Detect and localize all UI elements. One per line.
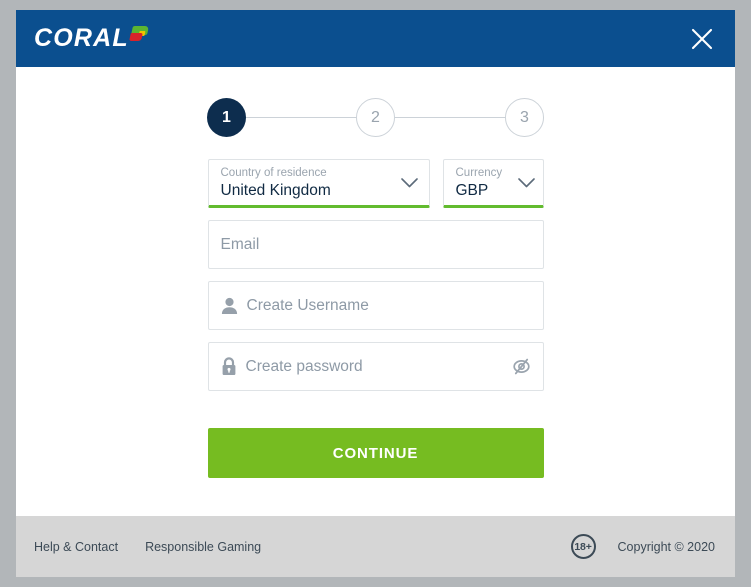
- registration-modal: CORAL 1 2 3 Country of residence United …: [16, 10, 735, 577]
- currency-select-value: GBP: [455, 182, 489, 199]
- step-3-label: 3: [520, 108, 529, 126]
- email-input[interactable]: [220, 235, 531, 254]
- step-connector-2: [395, 117, 505, 118]
- password-field[interactable]: [207, 342, 544, 391]
- footer-link-help-and-contact[interactable]: Help & Contact: [34, 540, 118, 554]
- username-input[interactable]: [246, 296, 531, 315]
- currency-select[interactable]: Currency GBP: [442, 159, 544, 208]
- copyright-text: Copyright © 2020: [617, 539, 715, 554]
- footer-meta: 18+ Copyright © 2020: [570, 534, 717, 559]
- chevron-down-icon: [517, 177, 535, 187]
- locale-row: Country of residence United Kingdom Curr…: [207, 159, 544, 208]
- country-select-value: United Kingdom: [220, 182, 331, 199]
- close-button[interactable]: [683, 20, 721, 58]
- email-field[interactable]: [207, 220, 544, 269]
- modal-footer: Help & Contact Responsible Gaming 18+ Co…: [16, 516, 735, 577]
- step-indicator-1[interactable]: 1: [207, 98, 246, 137]
- brand-wordmark: CORAL: [34, 23, 129, 52]
- registration-form: Country of residence United Kingdom Curr…: [207, 137, 544, 478]
- registration-stepper: 1 2 3: [16, 67, 735, 137]
- user-icon: [221, 297, 238, 315]
- username-field[interactable]: [207, 281, 544, 330]
- step-connector-1: [246, 117, 356, 118]
- chevron-down-icon: [400, 177, 418, 187]
- modal-header: CORAL: [16, 10, 735, 67]
- footer-links: Help & Contact Responsible Gaming: [34, 540, 261, 554]
- step-indicator-2[interactable]: 2: [356, 98, 395, 137]
- lock-icon: [221, 357, 237, 376]
- country-select-label: Country of residence: [220, 167, 327, 179]
- age-restriction-18-plus-icon: 18+: [570, 534, 596, 559]
- coral-flag-icon: [129, 25, 149, 44]
- country-of-residence-select[interactable]: Country of residence United Kingdom: [207, 159, 430, 208]
- footer-link-responsible-gaming[interactable]: Responsible Gaming: [145, 540, 261, 554]
- eye-slash-icon[interactable]: [512, 357, 531, 376]
- currency-select-label: Currency: [455, 167, 503, 179]
- step-1-label: 1: [222, 108, 231, 126]
- modal-body: 1 2 3 Country of residence United Kingdo…: [16, 67, 735, 516]
- password-input[interactable]: [245, 357, 504, 376]
- step-indicator-3[interactable]: 3: [505, 98, 544, 137]
- step-2-label: 2: [371, 108, 380, 126]
- coral-logo: CORAL: [34, 24, 149, 54]
- continue-button[interactable]: CONTINUE: [207, 428, 544, 478]
- close-icon: [691, 28, 713, 49]
